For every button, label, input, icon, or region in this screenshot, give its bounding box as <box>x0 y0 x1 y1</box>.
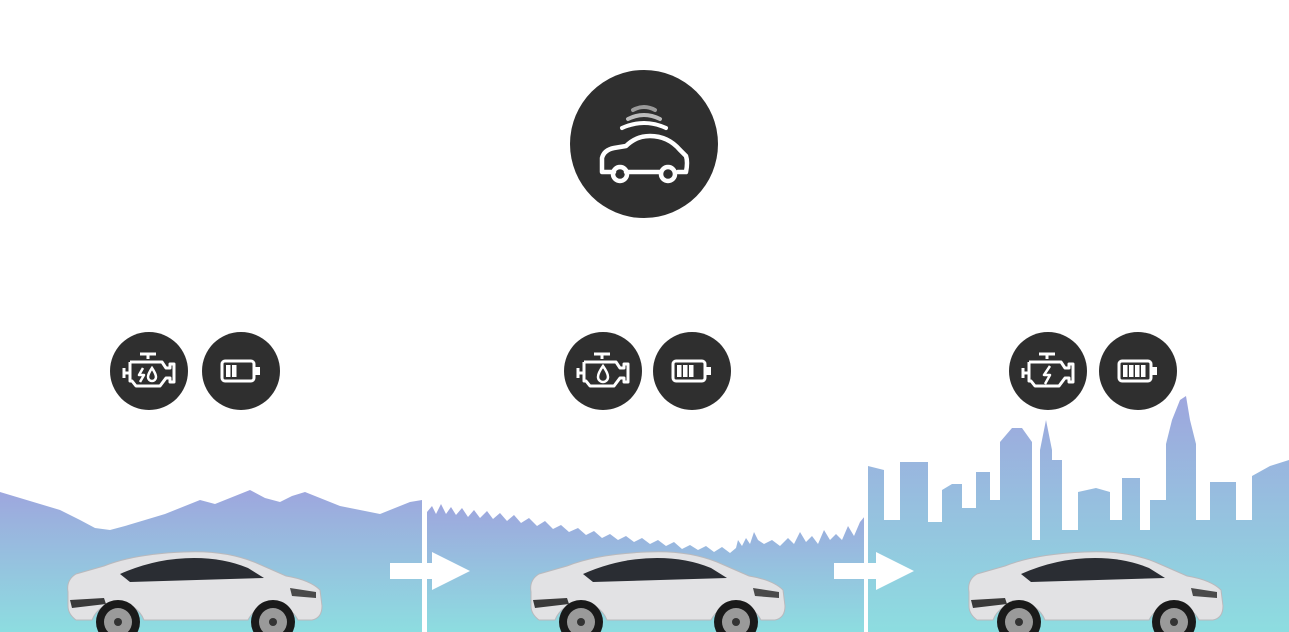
engine-fuel-icon <box>576 352 630 388</box>
engine-badge <box>1009 332 1087 410</box>
engine-badge <box>110 332 188 410</box>
battery-icon <box>220 359 260 383</box>
panel-divider <box>422 480 426 632</box>
panel-divider <box>864 480 868 632</box>
engine-badge <box>564 332 642 410</box>
connected-car-badge <box>570 70 718 218</box>
engine-electric-icon <box>1021 352 1075 388</box>
battery-icon <box>1117 359 1157 383</box>
connected-car-icon <box>599 105 690 184</box>
battery-badge <box>653 332 731 410</box>
engine-electric-fuel-icon <box>122 352 176 388</box>
battery-icon <box>671 359 711 383</box>
battery-badge <box>202 332 280 410</box>
battery-badge <box>1099 332 1177 410</box>
